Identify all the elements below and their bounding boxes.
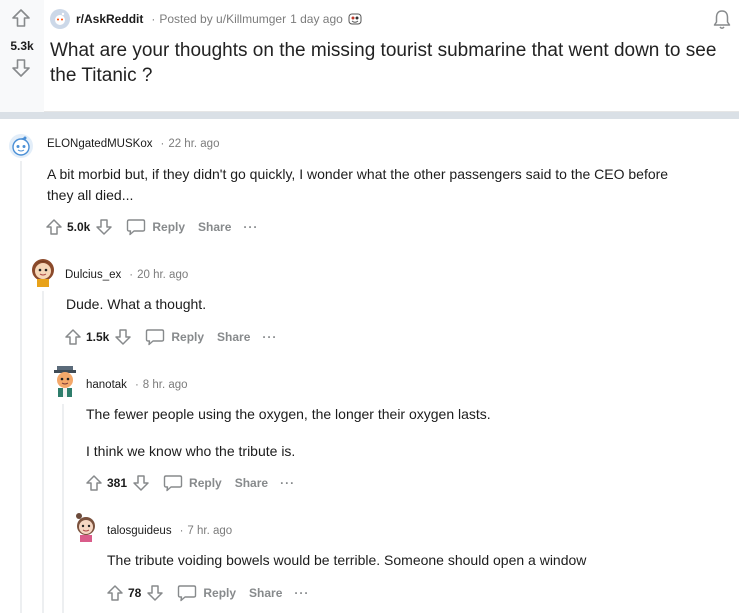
speech-bubble-icon [163, 475, 183, 492]
comment-meta: talosguideus · 7 hr. ago [107, 525, 232, 537]
avatar[interactable] [9, 134, 33, 158]
more-options-button[interactable]: ··· [262, 330, 277, 344]
comment-author[interactable]: talosguideus [107, 525, 172, 537]
comment-age: 20 hr. ago [137, 269, 189, 281]
comment-text: The tribute voiding bowels would be terr… [107, 552, 587, 568]
comment-body: The fewer people using the oxygen, the l… [86, 404, 726, 462]
thread-line[interactable] [62, 404, 64, 613]
downvote-arrow-icon[interactable] [147, 584, 164, 602]
reply-label: Reply [189, 476, 222, 490]
comment-actions: 1.5k Reply Share ··· [65, 325, 277, 349]
more-options-button[interactable]: ··· [243, 220, 258, 234]
reply-button[interactable]: Reply [126, 218, 185, 236]
comment-age: 7 hr. ago [187, 525, 233, 537]
meta-separator: · [160, 138, 165, 150]
comment-text: I think we know who the tribute is. [86, 443, 296, 459]
post-title[interactable]: What are your thoughts on the missing to… [50, 38, 730, 88]
comment-age: 22 hr. ago [168, 138, 220, 150]
bell-icon[interactable] [712, 9, 732, 31]
more-options-button[interactable]: ··· [294, 586, 309, 600]
comment-meta: hanotak · 8 hr. ago [86, 379, 188, 391]
post-vote-column: 5.3k [0, 0, 44, 112]
comment-section: ELONgatedMUSKox · 22 hr. ago A bit morbi… [0, 119, 739, 613]
comment-author[interactable]: ELONgatedMUSKox [47, 138, 152, 150]
comment-age: 8 hr. ago [142, 379, 188, 391]
comment-score: 1.5k [86, 330, 110, 344]
reply-button[interactable]: Reply [145, 328, 204, 346]
post-card: 5.3k r/AskReddit · Posted by u/Killmumge… [0, 0, 739, 112]
comment-actions: 5.0k Reply Share ··· [46, 215, 258, 239]
avatar[interactable] [28, 256, 58, 288]
thread-line[interactable] [20, 161, 22, 613]
meta-separator: · [151, 12, 156, 26]
comment-actions: 78 Reply Share ··· [107, 581, 309, 605]
thread-line[interactable] [42, 291, 44, 613]
speech-bubble-icon [178, 585, 197, 602]
reply-button[interactable]: Reply [163, 474, 222, 492]
upvote-arrow-icon[interactable] [46, 218, 62, 236]
share-button[interactable]: Share [198, 220, 231, 234]
comment-score: 5.0k [67, 220, 91, 234]
meta-separator: · [179, 525, 184, 537]
comment-body: A bit morbid but, if they didn't go quic… [47, 164, 687, 206]
comment-meta: Dulcius_ex · 20 hr. ago [65, 269, 188, 281]
comment-actions: 381 Reply Share ··· [86, 471, 295, 495]
posted-by[interactable]: Posted by u/Killmumger [159, 12, 286, 26]
comment-score: 78 [128, 586, 142, 600]
meta-separator: · [134, 379, 139, 391]
comment-text: A bit morbid but, if they didn't go quic… [47, 166, 669, 203]
reply-label: Reply [171, 330, 205, 344]
post-score: 5.3k [10, 39, 34, 53]
downvote-arrow-icon[interactable] [133, 474, 149, 492]
downvote-arrow-icon[interactable] [96, 218, 113, 236]
reply-button[interactable]: Reply [177, 584, 236, 602]
share-button[interactable]: Share [235, 476, 268, 490]
upvote-arrow-icon[interactable] [107, 584, 123, 602]
reply-label: Reply [152, 220, 186, 234]
upvote-arrow-icon[interactable] [86, 474, 102, 492]
speech-bubble-icon [127, 219, 146, 236]
more-options-button[interactable]: ··· [280, 476, 295, 490]
comment-text: The fewer people using the oxygen, the l… [86, 406, 491, 422]
reply-label: Reply [203, 586, 237, 600]
post-age: 1 day ago [290, 12, 343, 26]
comment-body: The tribute voiding bowels would be terr… [107, 550, 727, 571]
award-icon [348, 13, 362, 25]
subreddit-link[interactable]: r/AskReddit [76, 12, 143, 26]
post-meta: r/AskReddit · Posted by u/Killmumger 1 d… [50, 9, 363, 29]
avatar[interactable] [50, 364, 80, 398]
comment-author[interactable]: hanotak [86, 379, 127, 391]
speech-bubble-icon [146, 329, 165, 346]
meta-separator: · [129, 269, 134, 281]
share-button[interactable]: Share [249, 586, 282, 600]
upvote-arrow-icon[interactable] [65, 328, 81, 346]
upvote-arrow-icon[interactable] [11, 8, 31, 28]
comment-text: Dude. What a thought. [66, 296, 207, 312]
comment-score: 381 [107, 476, 128, 490]
share-button[interactable]: Share [217, 330, 250, 344]
comment-meta: ELONgatedMUSKox · 22 hr. ago [47, 138, 219, 150]
comment-author[interactable]: Dulcius_ex [65, 269, 121, 281]
downvote-arrow-icon[interactable] [115, 328, 132, 346]
avatar[interactable] [72, 511, 100, 543]
downvote-arrow-icon[interactable] [11, 58, 31, 78]
comment-body: Dude. What a thought. [66, 294, 706, 315]
subreddit-icon[interactable] [50, 9, 70, 29]
